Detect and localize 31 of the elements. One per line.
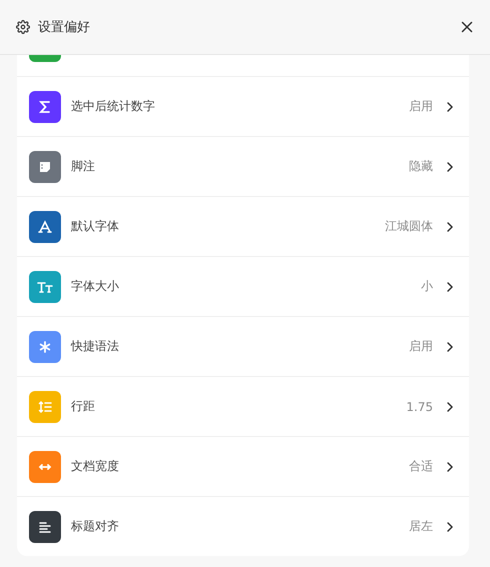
setting-label: 标题对齐 [71,518,120,535]
letter-icon [37,218,53,234]
settings-row[interactable]: 文档宽度 合适 [17,436,469,496]
settings-row[interactable]: 标题对齐 居左 [17,496,469,556]
setting-value: 合适 [409,458,433,475]
settings-icon [16,20,30,34]
setting-value: 启用 [409,338,433,355]
sigma-icon [37,98,53,114]
setting-label: 默认字体 [71,218,120,235]
settings-row[interactable]: 默认字体 江城圆体 [17,196,469,256]
settings-row[interactable]: 快捷语法 启用 [17,316,469,376]
setting-value: 小 [421,278,433,295]
setting-label: 行距 [71,398,96,415]
close-icon [460,20,474,34]
line-spacing-icon [37,398,53,414]
setting-label: 快捷语法 [71,338,120,355]
setting-label: 文档宽度 [71,458,120,475]
setting-value: 启用 [409,98,433,115]
settings-row[interactable]: 脚注 隐藏 [17,136,469,196]
settings-row[interactable]: 行距 1.75 [17,376,469,436]
settings-row[interactable]: 选中后统计数字 启用 [17,76,469,136]
settings-row[interactable]: 字体大小 小 [17,256,469,316]
setting-label: 字体大小 [71,278,120,295]
setting-label: 选中后统计数字 [71,98,156,115]
setting-value: 1.75 [406,400,433,414]
setting-label: 脚注 [71,158,96,175]
setting-value: 隐藏 [409,158,433,175]
dialog-title: 设置偏好 [38,19,91,36]
asterisk-icon [37,338,53,354]
setting-value: 江城圆体 [385,218,433,235]
setting-value: 居左 [409,518,433,535]
